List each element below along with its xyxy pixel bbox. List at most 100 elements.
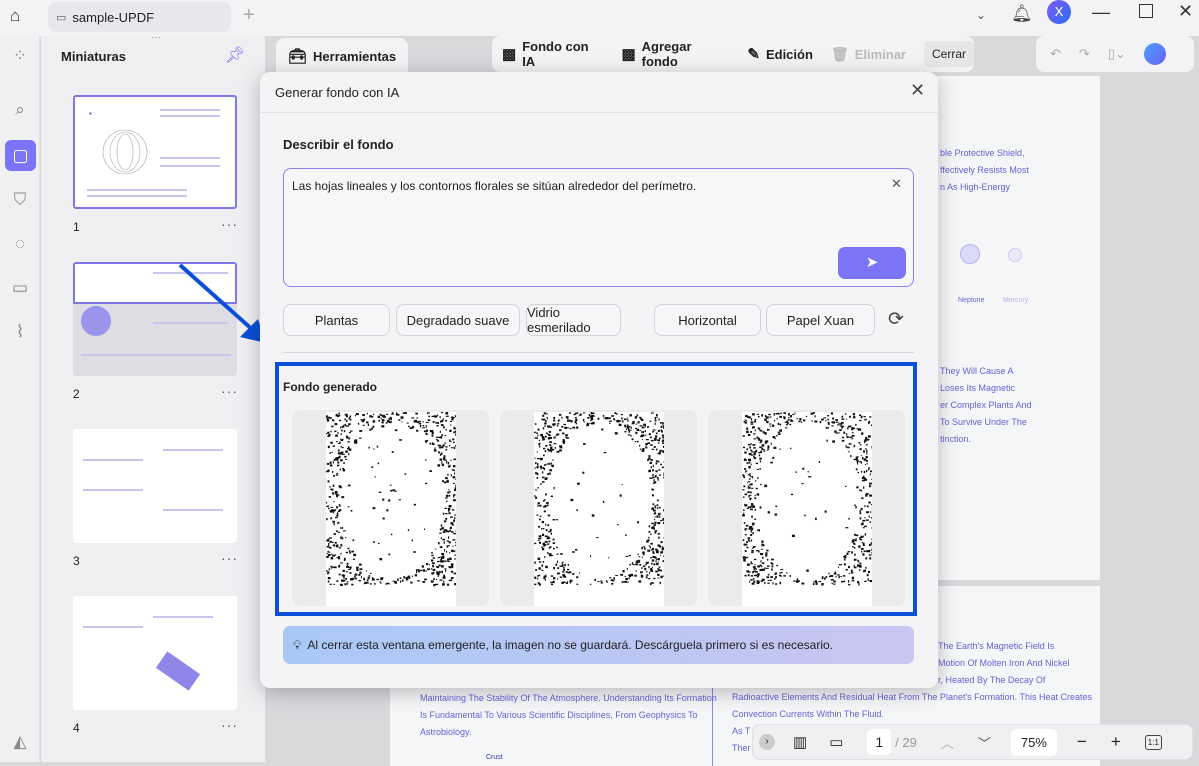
doc-text: ffectively Resists Most [940, 165, 1029, 175]
generated-image-2[interactable] [500, 410, 697, 606]
add-bg-label: Agregar fondo [642, 39, 730, 69]
generated-image-1[interactable] [292, 410, 489, 606]
left-rail: ⁘ ⌕ ▢ ⛉ ◌ ▭ ⌇ ◭ [0, 36, 40, 762]
chevron-down-icon[interactable]: ⌄ [976, 8, 986, 22]
delete-button[interactable]: 🗑︎ Eliminar [831, 46, 906, 63]
search-icon[interactable]: ⌕ [8, 98, 32, 122]
more-options-icon[interactable]: ··· [221, 717, 238, 733]
doc-text: n As High-Energy [940, 182, 1010, 192]
doc-text: Loses Its Magnetic [940, 383, 1015, 393]
dialog-title: Generar fondo con IA [275, 85, 399, 100]
presentation-icon[interactable]: ▭ [829, 733, 843, 751]
minimize-icon[interactable]: — [1092, 2, 1110, 23]
add-background-button[interactable]: ▩ Agregar fondo [621, 39, 729, 69]
expand-icon[interactable]: › [759, 734, 775, 750]
new-tab-icon[interactable]: + [243, 4, 255, 27]
doc-label: Crust [486, 754, 503, 761]
chip-plantas[interactable]: Plantas [283, 304, 390, 336]
panel-title: Miniaturas [61, 49, 126, 64]
home-icon[interactable]: ⌂ [10, 6, 20, 26]
generated-image-3[interactable] [708, 410, 905, 606]
prev-page-icon[interactable]: ︿ [941, 733, 954, 752]
edit-button[interactable]: ✎Edición [747, 45, 813, 63]
send-button[interactable]: ➤ [838, 247, 906, 279]
page-thumbnail-1[interactable]: ▪ [73, 95, 237, 209]
comment-icon[interactable]: ◌ [8, 232, 32, 256]
next-page-icon[interactable]: ﹀ [978, 733, 991, 752]
doc-text: Maintaining The Stability Of The Atmosph… [420, 693, 717, 703]
doc-text: Ther [732, 743, 751, 753]
field-diagram [95, 127, 155, 177]
bookmark-icon[interactable]: ⛉ [8, 188, 32, 212]
page-thumbnail-3[interactable] [73, 429, 237, 543]
page-total: / 29 [895, 735, 917, 750]
page-number: 1 [73, 220, 80, 234]
save-icon[interactable]: ▯⌄ [1108, 46, 1126, 62]
doc-text: er Complex Plants And [940, 400, 1032, 410]
ai-bg-label: Fondo con IA [522, 39, 603, 69]
page-number: 2 [73, 387, 80, 401]
describe-label: Describir el fondo [283, 137, 394, 152]
drag-handle[interactable]: ··· [151, 32, 161, 43]
thumbnail-panel: ··· Miniaturas 📌︎ ▪ 1 ··· 2 ··· 3 ··· 4 … [41, 36, 265, 762]
undo-icon[interactable]: ↶ [1050, 46, 1061, 62]
attachment-page-icon[interactable]: ▭ [8, 276, 32, 300]
edit-icon: ✎ [747, 45, 760, 63]
lightbulb-icon: 💡︎ [293, 638, 301, 653]
tools-button[interactable]: 🧰︎ Herramientas [276, 38, 408, 74]
checker-icon: ▩ [621, 45, 635, 63]
paperclip-icon[interactable]: ⌇ [8, 320, 32, 344]
close-toolbar-button[interactable]: Cerrar [924, 41, 974, 67]
ai-assistant-icon[interactable] [1144, 43, 1166, 65]
actual-size-icon[interactable]: 1:1 [1145, 735, 1162, 750]
planet-label: Neptune [958, 297, 984, 304]
layers-icon[interactable]: ◭ [8, 730, 32, 754]
zoom-out-icon[interactable]: − [1077, 732, 1087, 752]
send-icon: ➤ [866, 254, 879, 271]
pin-icon[interactable]: 📌︎ [225, 45, 245, 65]
doc-text: As T [732, 726, 750, 736]
thumbnails-icon[interactable]: ▢ [5, 140, 36, 171]
zoom-in-icon[interactable]: + [1111, 732, 1121, 752]
page-input[interactable]: 1 [867, 729, 891, 755]
page-layout-icon[interactable]: ▥ [793, 733, 807, 751]
page-thumbnail-4[interactable] [73, 596, 237, 710]
page-navigation-bar: › ▥ ▭ 1 / 29 ︿ ﹀ 75% − + 1:1 [752, 724, 1193, 760]
notice-bar: 💡︎Al cerrar esta ventana emergente, la i… [283, 626, 914, 664]
planet-label: Mercury [1003, 297, 1028, 304]
zoom-level[interactable]: 75% [1011, 729, 1057, 756]
prompt-text: Las hojas lineales y los contornos flora… [292, 179, 696, 193]
refresh-icon[interactable]: ⟳ [888, 308, 904, 331]
doc-text: They Will Cause A [940, 366, 1014, 376]
close-window-icon[interactable]: ✕ [1178, 1, 1193, 22]
generated-label: Fondo generado [283, 380, 377, 394]
bell-icon[interactable]: 🔔︎ [1011, 4, 1033, 24]
clear-icon[interactable]: ✕ [891, 176, 902, 192]
tools-label: Herramientas [313, 49, 396, 64]
delete-label: Eliminar [855, 47, 906, 62]
chip-horizontal[interactable]: Horizontal [654, 304, 761, 336]
more-options-icon[interactable]: ··· [221, 383, 238, 399]
more-options-icon[interactable]: ··· [221, 550, 238, 566]
chip-papel-xuan[interactable]: Papel Xuan [766, 304, 875, 336]
ai-background-button[interactable]: ▩Fondo con IA [502, 39, 603, 69]
close-icon[interactable]: ✕ [910, 80, 925, 101]
chip-vidrio[interactable]: Vidrio esmerilado [526, 304, 621, 336]
prompt-textarea[interactable]: Las hojas lineales y los contornos flora… [283, 168, 914, 287]
more-options-icon[interactable]: ··· [221, 216, 238, 232]
document-tab[interactable]: ▭ sample-UPDF [48, 2, 231, 32]
doc-text: Convection Currents Within The Fluid. [732, 709, 884, 719]
redo-icon[interactable]: ↷ [1079, 46, 1090, 62]
doc-text: Is Fundamental To Various Scientific Dis… [420, 710, 698, 720]
trash-icon: 🗑︎ [831, 46, 849, 63]
chip-degradado[interactable]: Degradado suave [396, 304, 520, 336]
generated-image [742, 412, 872, 606]
avatar[interactable]: X [1047, 0, 1071, 24]
maximize-icon[interactable] [1139, 4, 1153, 18]
toolbox-icon: 🧰︎ [288, 47, 307, 65]
comment-icon: ▭ [56, 11, 66, 24]
doc-text: ble Protective Shield, [940, 148, 1025, 158]
planet-neptune [960, 244, 980, 264]
grid-icon[interactable]: ⁘ [8, 44, 32, 68]
doc-text: r, Heated By The Decay Of [938, 675, 1045, 685]
